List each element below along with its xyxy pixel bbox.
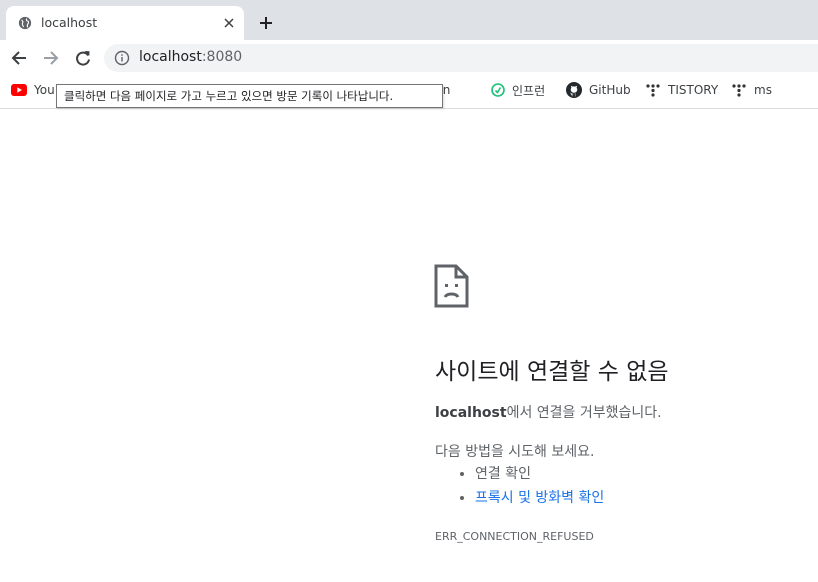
tistory-icon bbox=[646, 84, 660, 97]
github-icon bbox=[566, 82, 582, 98]
check-proxy-firewall-link[interactable]: 프록시 및 방화벽 확인 bbox=[475, 490, 604, 506]
reload-icon bbox=[76, 51, 90, 66]
address-bar[interactable]: localhost:8080 bbox=[104, 44, 818, 72]
bookmark-tistory[interactable]: TISTORY bbox=[645, 76, 718, 104]
forward-button[interactable] bbox=[40, 47, 62, 69]
bookmark-label: ms bbox=[754, 83, 772, 97]
url-host: localhost bbox=[139, 49, 202, 65]
forward-button-tooltip: 클릭하면 다음 페이지로 가고 누르고 있으면 방문 기록이 나타납니다. bbox=[56, 84, 443, 108]
plus-icon[interactable] bbox=[255, 12, 277, 34]
bookmark-youtube[interactable]: You bbox=[11, 76, 55, 104]
bookmark-ms[interactable]: ms bbox=[731, 76, 772, 104]
info-icon[interactable] bbox=[114, 50, 130, 66]
url-text: localhost:8080 bbox=[139, 49, 242, 65]
bookmark-github[interactable]: GitHub bbox=[566, 76, 631, 104]
url-port: :8080 bbox=[201, 49, 243, 65]
bookmark-label: TISTORY bbox=[668, 83, 719, 97]
close-icon[interactable] bbox=[221, 15, 237, 31]
globe-icon bbox=[18, 16, 32, 30]
bookmark-inflearn[interactable]: 인프런 bbox=[491, 76, 545, 104]
inflearn-icon bbox=[491, 83, 505, 97]
bookmark-label: GitHub bbox=[589, 83, 631, 97]
error-host: localhost bbox=[435, 405, 507, 421]
tab-strip: localhost bbox=[0, 0, 818, 40]
back-button[interactable] bbox=[8, 47, 30, 69]
reload-button[interactable] bbox=[72, 47, 94, 69]
error-description: localhost에서 연결을 거부했습니다. bbox=[435, 402, 662, 422]
tab-title: localhost bbox=[41, 15, 98, 30]
error-title: 사이트에 연결할 수 없음 bbox=[435, 359, 669, 385]
error-code: ERR_CONNECTION_REFUSED bbox=[435, 530, 594, 543]
suggestion-check-proxy-firewall[interactable]: 프록시 및 방화벽 확인 bbox=[475, 487, 604, 511]
tab-localhost[interactable]: localhost bbox=[6, 6, 244, 40]
tistory-icon bbox=[732, 84, 746, 97]
suggestions-heading: 다음 방법을 시도해 보세요. bbox=[435, 444, 595, 460]
arrow-left-icon bbox=[11, 51, 26, 65]
bookmark-label: 인프런 bbox=[512, 83, 546, 98]
arrow-right-icon bbox=[44, 51, 59, 65]
youtube-icon bbox=[11, 84, 27, 96]
sad-page-icon bbox=[434, 264, 469, 308]
suggestion-check-connection: 연결 확인 bbox=[475, 463, 604, 487]
error-description-text: 에서 연결을 거부했습니다. bbox=[506, 405, 662, 421]
toolbar: localhost:8080 bbox=[0, 40, 818, 76]
suggestions-list: 연결 확인 프록시 및 방화벽 확인 bbox=[435, 463, 604, 511]
bookmark-label: You bbox=[34, 83, 55, 97]
